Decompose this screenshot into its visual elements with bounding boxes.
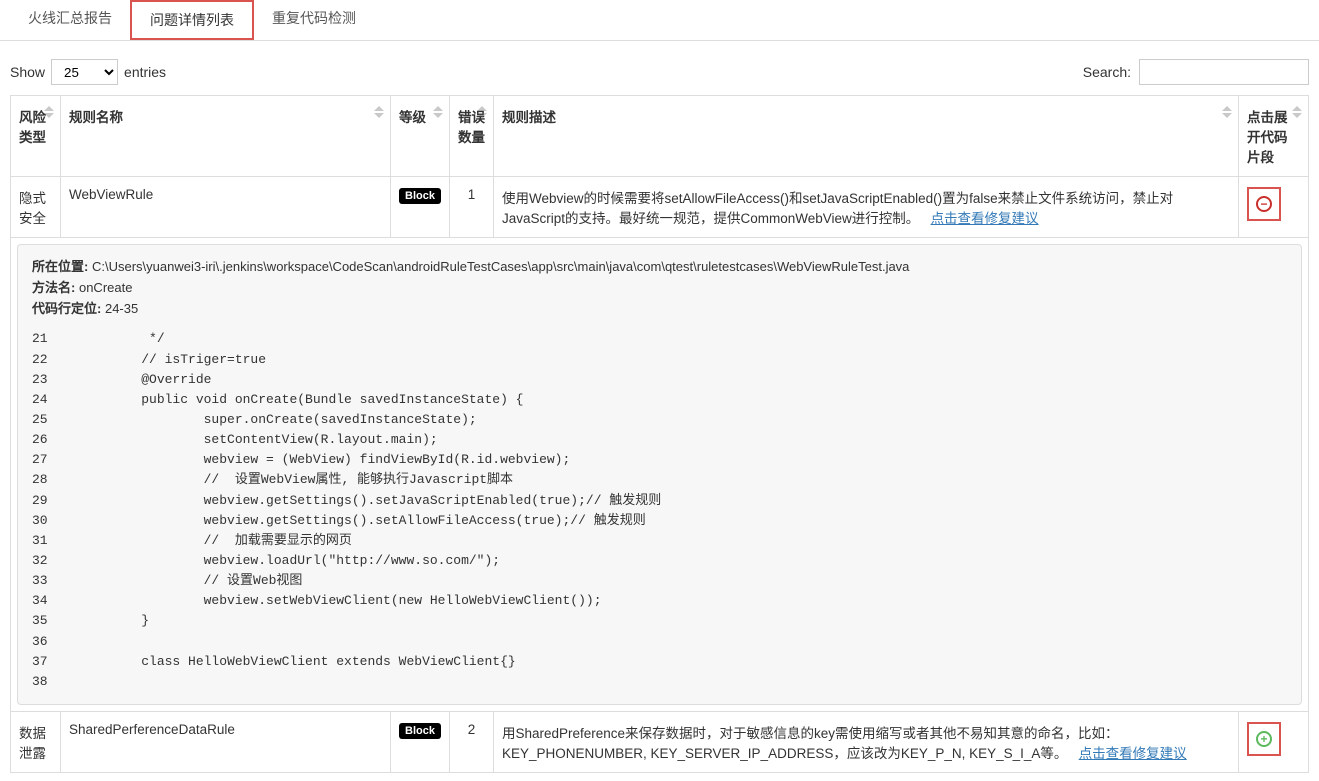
header-desc[interactable]: 规则描述 bbox=[493, 96, 1238, 177]
cell-risk: 隐式安全 bbox=[11, 177, 61, 238]
plus-icon bbox=[1256, 731, 1272, 747]
location-label: 所在位置: bbox=[32, 259, 88, 274]
level-badge: Block bbox=[399, 188, 441, 204]
code-expansion-row: 所在位置: C:\Users\yuanwei3-iri\.jenkins\wor… bbox=[11, 238, 1309, 712]
code-snippet: 21 */ 22 // isTriger=true 23 @Override 2… bbox=[32, 329, 1287, 692]
cell-errors: 2 bbox=[449, 711, 493, 772]
table-row: 数据泄露 SharedPerferenceDataRule Block 2 用S… bbox=[11, 711, 1309, 772]
sort-icon bbox=[477, 106, 487, 118]
method-value: onCreate bbox=[79, 280, 132, 295]
tab-duplicate[interactable]: 重复代码检测 bbox=[254, 0, 374, 40]
issues-table: 风险类型 规则名称 等级 错误数量 规则描述 点击展开代码片段 隐式安全 Web… bbox=[10, 95, 1309, 773]
header-expand[interactable]: 点击展开代码片段 bbox=[1239, 96, 1309, 177]
cell-level: Block bbox=[391, 711, 450, 772]
level-badge: Block bbox=[399, 723, 441, 739]
header-errors[interactable]: 错误数量 bbox=[449, 96, 493, 177]
sort-icon bbox=[44, 106, 54, 118]
cell-desc: 使用Webview的时候需要将setAllowFileAccess()和setJ… bbox=[493, 177, 1238, 238]
search-input[interactable] bbox=[1139, 59, 1309, 85]
collapse-button[interactable] bbox=[1247, 187, 1281, 221]
tab-summary[interactable]: 火线汇总报告 bbox=[10, 0, 130, 40]
lines-label: 代码行定位: bbox=[32, 301, 101, 316]
table-row: 隐式安全 WebViewRule Block 1 使用Webview的时候需要将… bbox=[11, 177, 1309, 238]
header-risk[interactable]: 风险类型 bbox=[11, 96, 61, 177]
location-value: C:\Users\yuanwei3-iri\.jenkins\workspace… bbox=[92, 259, 909, 274]
tab-details[interactable]: 问题详情列表 bbox=[130, 0, 254, 40]
code-panel: 所在位置: C:\Users\yuanwei3-iri\.jenkins\wor… bbox=[17, 244, 1302, 705]
header-level[interactable]: 等级 bbox=[391, 96, 450, 177]
expand-button[interactable] bbox=[1247, 722, 1281, 756]
minus-icon bbox=[1256, 196, 1272, 212]
tab-bar: 火线汇总报告 问题详情列表 重复代码检测 bbox=[0, 0, 1319, 41]
show-label: Show bbox=[10, 64, 45, 80]
table-controls: Show 25 entries Search: bbox=[0, 41, 1319, 95]
cell-desc: 用SharedPreference来保存数据时，对于敏感信息的key需使用缩写或… bbox=[493, 711, 1238, 772]
sort-icon bbox=[374, 106, 384, 118]
cell-expand bbox=[1239, 711, 1309, 772]
entries-label: entries bbox=[124, 64, 166, 80]
page-size-select[interactable]: 25 bbox=[51, 59, 118, 85]
sort-icon bbox=[1292, 106, 1302, 118]
lines-value: 24-35 bbox=[105, 301, 138, 316]
search-label: Search: bbox=[1083, 64, 1131, 80]
fix-suggestion-link[interactable]: 点击查看修复建议 bbox=[1079, 746, 1187, 761]
sort-icon bbox=[1222, 106, 1232, 118]
fix-suggestion-link[interactable]: 点击查看修复建议 bbox=[931, 211, 1039, 226]
cell-rule-name: SharedPerferenceDataRule bbox=[61, 711, 391, 772]
cell-expand bbox=[1239, 177, 1309, 238]
cell-errors: 1 bbox=[449, 177, 493, 238]
method-label: 方法名: bbox=[32, 280, 75, 295]
sort-icon bbox=[433, 106, 443, 118]
cell-risk: 数据泄露 bbox=[11, 711, 61, 772]
header-rule-name[interactable]: 规则名称 bbox=[61, 96, 391, 177]
cell-rule-name: WebViewRule bbox=[61, 177, 391, 238]
cell-level: Block bbox=[391, 177, 450, 238]
